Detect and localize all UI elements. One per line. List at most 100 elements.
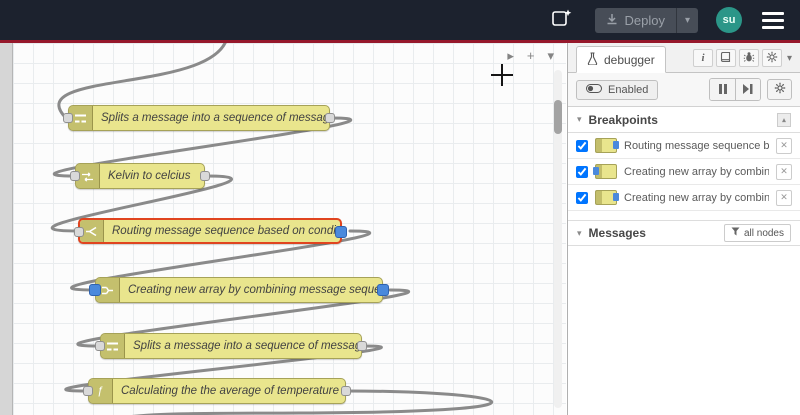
- breakpoint-row[interactable]: Creating new array by combini ✕: [568, 185, 800, 211]
- breakpoint-row[interactable]: Routing message sequence ba ✕: [568, 133, 800, 159]
- book-icon: [720, 51, 732, 66]
- info-tab-button[interactable]: i: [692, 49, 713, 67]
- message-filter-button[interactable]: all nodes: [723, 224, 791, 242]
- mini-breakpoint-marker: [613, 141, 619, 149]
- output-port[interactable]: [325, 113, 335, 123]
- flow-node-split[interactable]: Splits a message into a sequence of mess…: [63, 105, 335, 131]
- debugger-controls: [709, 78, 792, 101]
- input-port[interactable]: [83, 386, 93, 396]
- enabled-label: Enabled: [608, 83, 649, 96]
- breakpoint-label: Routing message sequence ba: [624, 139, 769, 152]
- step-forward-icon: [743, 81, 753, 99]
- chevron-down-icon: ▾: [684, 14, 690, 26]
- plus-icon: +: [526, 48, 535, 63]
- breakpoints-title: Breakpoints: [588, 112, 658, 127]
- mini-node-icon: [593, 164, 617, 179]
- hamburger-icon: [762, 25, 784, 29]
- pause-button[interactable]: [710, 79, 735, 100]
- tab-debugger[interactable]: debugger: [576, 46, 666, 73]
- hamburger-icon: [762, 18, 784, 22]
- chevron-down-icon: ▾: [547, 48, 554, 63]
- mini-node-strip: [596, 191, 602, 204]
- tab-label: debugger: [604, 52, 655, 67]
- debugger-settings-button[interactable]: [767, 79, 792, 100]
- pause-icon: [718, 81, 727, 99]
- scroll-up-button[interactable]: ▴: [777, 112, 791, 127]
- gear-icon: [766, 51, 778, 66]
- close-icon: ✕: [780, 192, 788, 202]
- breakpoint-marker[interactable]: [335, 226, 347, 238]
- funnel-icon: [731, 227, 740, 239]
- breakpoint-checkbox[interactable]: [576, 165, 588, 178]
- input-port[interactable]: [63, 113, 73, 123]
- flow-canvas[interactable]: Splits a message into a sequence of mess…: [0, 43, 566, 415]
- crosshair-cursor: [491, 74, 513, 76]
- export-icon: [551, 8, 573, 33]
- sidebar-tabbar: debugger i ▾: [568, 43, 800, 73]
- add-flow-button[interactable]: +: [527, 48, 535, 64]
- header-bar: Deploy ▾ su: [0, 0, 800, 40]
- deploy-button-main[interactable]: Deploy: [595, 8, 676, 33]
- deploy-button[interactable]: Deploy ▾: [594, 7, 698, 33]
- triangle-up-icon: ▴: [782, 116, 786, 124]
- scroll-tabs-button[interactable]: ▸: [507, 48, 514, 64]
- output-port[interactable]: [357, 341, 367, 351]
- remove-breakpoint-button[interactable]: ✕: [776, 163, 792, 180]
- flow-node-function[interactable]: ƒ Calculating the the average of tempera…: [83, 378, 351, 404]
- mini-node-icon: [595, 138, 619, 153]
- breakpoints-section-header[interactable]: ▾ Breakpoints ▴: [568, 107, 800, 133]
- deploy-icon: [606, 13, 618, 28]
- close-icon: ✕: [780, 166, 788, 176]
- remove-breakpoint-button[interactable]: ✕: [776, 137, 792, 154]
- messages-empty-area: [568, 246, 800, 415]
- mini-node-strip: [596, 139, 602, 152]
- remove-breakpoint-button[interactable]: ✕: [776, 189, 792, 206]
- breakpoint-row[interactable]: Creating new array by combini ✕: [568, 159, 800, 185]
- flow-node-switch-selected[interactable]: Routing message sequence based on condit…: [74, 218, 347, 244]
- user-avatar[interactable]: su: [716, 7, 742, 33]
- hamburger-icon: [762, 11, 784, 15]
- config-tab-button[interactable]: [761, 49, 782, 67]
- main-menu-button[interactable]: [760, 8, 786, 33]
- gear-icon: [774, 81, 786, 99]
- flow-node-split[interactable]: Splits a message into a sequence of mess…: [95, 333, 367, 359]
- flow-node-join[interactable]: Creating new array by combining message …: [89, 277, 389, 303]
- input-port[interactable]: [74, 227, 84, 237]
- mini-breakpoint-marker: [613, 193, 619, 201]
- breakpoint-marker[interactable]: [89, 284, 101, 296]
- help-tab-button[interactable]: [715, 49, 736, 67]
- chevron-down-icon: ▾: [577, 114, 582, 124]
- close-icon: ✕: [780, 140, 788, 150]
- breakpoint-checkbox[interactable]: [576, 191, 588, 204]
- node-label: Routing message sequence based on condit…: [112, 225, 340, 237]
- scrollbar-thumb[interactable]: [554, 100, 562, 134]
- debugger-tab-icon: [587, 51, 598, 68]
- flow-list-button[interactable]: ▾: [547, 48, 554, 64]
- mini-breakpoint-marker: [593, 167, 599, 175]
- sidebar: debugger i ▾ Enabled ▾ Breakpoints ▴ Rou…: [567, 43, 800, 415]
- input-port[interactable]: [70, 171, 80, 181]
- flow-node-change[interactable]: Kelvin to celcius: [70, 163, 210, 189]
- playback-button-group: [709, 78, 761, 101]
- breakpoint-checkbox[interactable]: [576, 139, 588, 152]
- canvas-scrollbar[interactable]: [554, 70, 562, 408]
- export-button[interactable]: [547, 7, 577, 33]
- step-button[interactable]: [735, 79, 760, 100]
- breakpoint-marker[interactable]: [377, 284, 389, 296]
- canvas-toolbar: ▸ + ▾: [507, 48, 554, 64]
- filter-label: all nodes: [743, 227, 784, 239]
- node-label: Splits a message into a sequence of mess…: [101, 112, 329, 124]
- debugger-enabled-toggle[interactable]: Enabled: [576, 79, 659, 100]
- input-port[interactable]: [95, 341, 105, 351]
- function-glyph: ƒ: [97, 385, 104, 397]
- deploy-options-button[interactable]: ▾: [675, 7, 698, 33]
- info-icon: i: [701, 52, 705, 64]
- avatar-initials: su: [722, 14, 736, 26]
- output-port[interactable]: [341, 386, 351, 396]
- sidebar-menu-button[interactable]: ▾: [785, 53, 794, 64]
- bug-icon: [743, 51, 755, 66]
- debug-tab-button[interactable]: [738, 49, 759, 67]
- output-port[interactable]: [200, 171, 210, 181]
- messages-section-header[interactable]: ▾ Messages all nodes: [568, 220, 800, 246]
- messages-title: Messages: [588, 226, 646, 240]
